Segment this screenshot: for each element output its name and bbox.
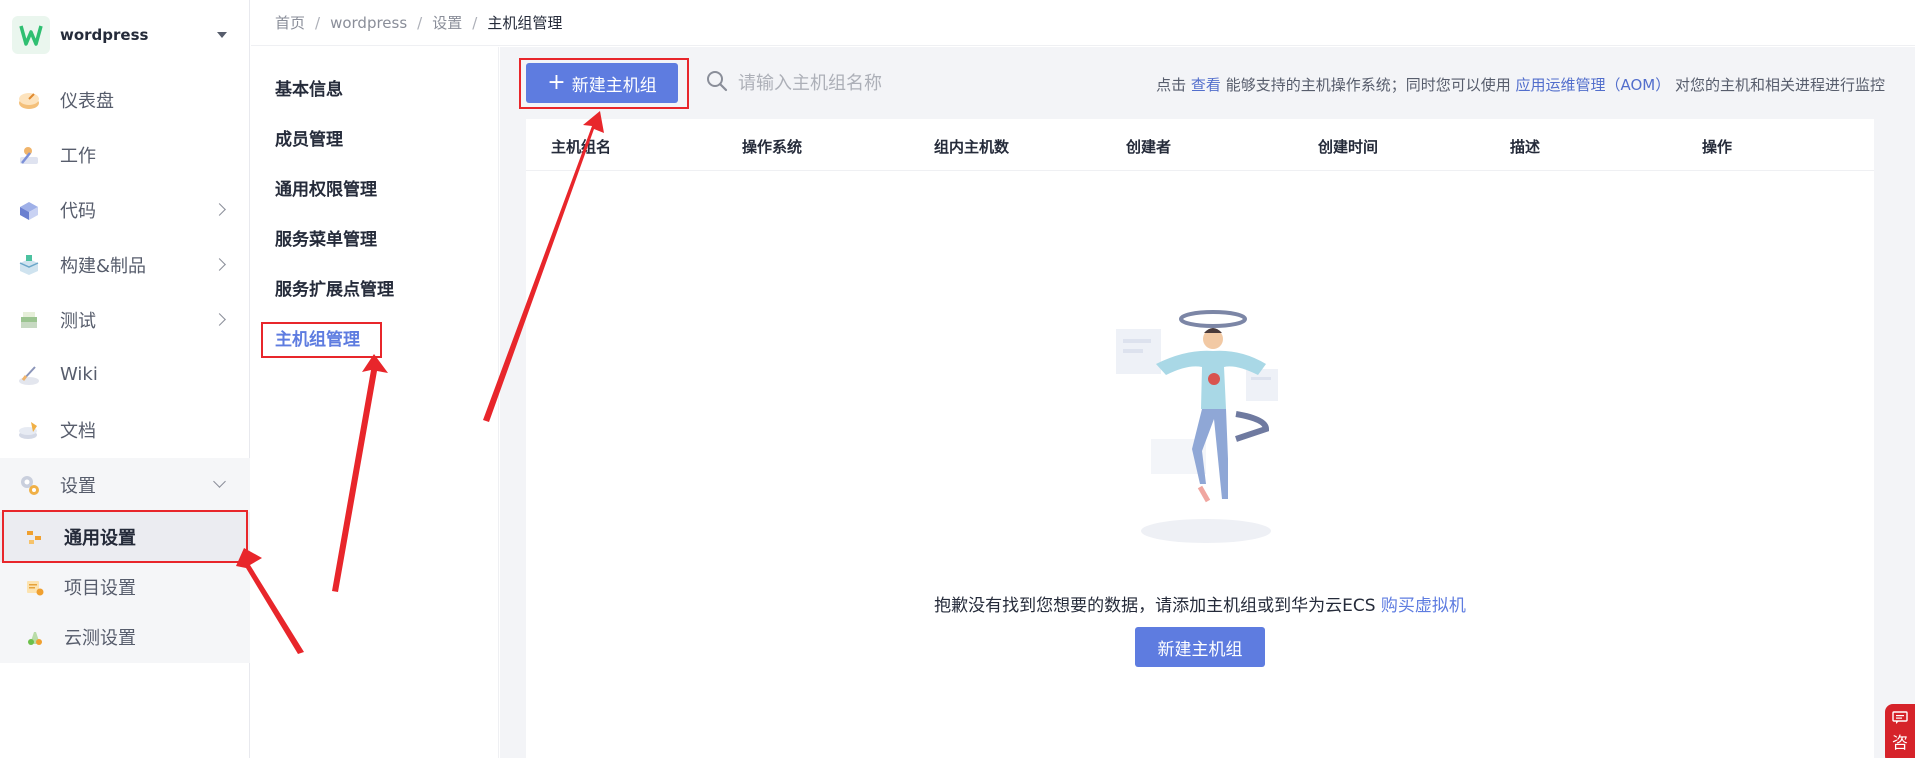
- main-content: + 新建主机组 点击 查看 能够支持的主机操作系统；同时您可以使用 应用运维管理…: [500, 47, 1915, 758]
- project-logo: [12, 16, 50, 54]
- plus-icon: +: [547, 70, 566, 95]
- chevron-right-icon: [213, 203, 226, 216]
- nav-item-wiki[interactable]: Wiki: [0, 347, 250, 402]
- nav-label: 仪表盘: [60, 90, 114, 112]
- cloudtest-settings-icon: [22, 624, 48, 650]
- search-box: [706, 65, 1006, 101]
- chevron-right-icon: [213, 313, 226, 326]
- buy-vm-link[interactable]: 购买虚拟机: [1381, 596, 1466, 616]
- column-header: 操作系统: [742, 138, 803, 156]
- nav-label: 构建&制品: [60, 255, 147, 277]
- nav-item-docs[interactable]: 文档: [0, 402, 250, 457]
- nav-item-code[interactable]: 代码: [0, 182, 250, 237]
- empty-state-message: 抱歉没有找到您想要的数据，请添加主机组或到华为云ECS 购买虚拟机: [526, 591, 1874, 616]
- nav-label: 工作: [60, 145, 96, 167]
- nav-label: 项目设置: [64, 578, 136, 599]
- empty-message-text: 抱歉没有找到您想要的数据，请添加主机组或到华为云ECS: [934, 596, 1381, 616]
- search-input[interactable]: [738, 72, 998, 94]
- submenu-members[interactable]: 成员管理: [275, 125, 343, 150]
- nav-label: 文档: [60, 420, 96, 442]
- nav-item-build[interactable]: 构建&制品: [0, 237, 250, 292]
- code-icon: [16, 197, 42, 223]
- submenu-basic-info[interactable]: 基本信息: [275, 75, 343, 100]
- column-header: 创建者: [1126, 138, 1172, 156]
- nav-label: 测试: [60, 310, 96, 332]
- hint-text-post: 对您的主机和相关进程进行监控: [1670, 76, 1885, 94]
- nav-item-dashboard[interactable]: 仪表盘: [0, 72, 250, 127]
- nav-label: Wiki: [60, 364, 98, 385]
- submenu-extension-points[interactable]: 服务扩展点管理: [275, 275, 394, 300]
- project-settings-icon: [22, 574, 48, 600]
- docs-icon: [16, 417, 42, 443]
- breadcrumb-separator: /: [472, 13, 478, 32]
- breadcrumb-project[interactable]: wordpress: [330, 14, 407, 32]
- column-header: 操作: [1702, 138, 1733, 156]
- general-settings-icon: [22, 524, 48, 550]
- work-icon: [16, 142, 42, 168]
- test-icon: [16, 307, 42, 333]
- nav-subitem-general-settings[interactable]: 通用设置: [0, 512, 250, 562]
- breadcrumb-home[interactable]: 首页: [275, 12, 305, 33]
- table-header: 主机组名 操作系统 组内主机数 创建者 创建时间 描述 操作: [526, 119, 1874, 171]
- chevron-right-icon: [213, 258, 226, 271]
- consult-float-tab[interactable]: 咨: [1885, 704, 1915, 758]
- hint-text-mid: 能够支持的主机操作系统；同时您可以使用: [1220, 76, 1516, 94]
- new-host-group-label: 新建主机组: [571, 75, 657, 96]
- dashboard-icon: [16, 87, 42, 113]
- sidebar: wordpress 仪表盘 工作 代码 构建&制品 测试 Wiki 文档 设置 …: [0, 0, 250, 758]
- empty-state-illustration: [1116, 310, 1278, 543]
- host-os-hint: 点击 查看 能够支持的主机操作系统；同时您可以使用 应用运维管理（AOM） 对您…: [1156, 74, 1885, 95]
- build-icon: [16, 252, 42, 278]
- project-name: wordpress: [60, 26, 149, 44]
- column-header: 主机组名: [551, 138, 612, 156]
- aom-link[interactable]: 应用运维管理（AOM）: [1515, 76, 1670, 94]
- column-header: 描述: [1510, 138, 1541, 156]
- wiki-icon: [16, 362, 42, 388]
- nav-subitem-cloudtest-settings[interactable]: 云测设置: [0, 612, 250, 662]
- hint-text-pre: 点击: [1156, 76, 1191, 94]
- nav-item-test[interactable]: 测试: [0, 292, 250, 347]
- breadcrumb-separator: /: [417, 13, 423, 32]
- submenu-host-groups[interactable]: 主机组管理: [275, 325, 360, 350]
- consult-label: 咨: [1891, 733, 1908, 752]
- breadcrumb-settings[interactable]: 设置: [432, 12, 462, 33]
- nav-item-work[interactable]: 工作: [0, 127, 250, 182]
- column-header: 组内主机数: [934, 138, 1010, 156]
- chevron-down-icon: [213, 475, 226, 488]
- settings-icon: [16, 472, 42, 498]
- caret-down-icon[interactable]: [217, 32, 227, 38]
- host-group-table: 主机组名 操作系统 组内主机数 创建者 创建时间 描述 操作 抱歉没有找到您想要…: [526, 119, 1874, 758]
- column-header: 创建时间: [1318, 138, 1379, 156]
- new-host-group-button[interactable]: + 新建主机组: [526, 63, 678, 103]
- settings-submenu: 基本信息 成员管理 通用权限管理 服务菜单管理 服务扩展点管理 主机组管理: [251, 47, 499, 758]
- breadcrumb: 首页 / wordpress / 设置 / 主机组管理: [251, 0, 1915, 46]
- breadcrumb-current: 主机组管理: [487, 14, 563, 32]
- submenu-permissions[interactable]: 通用权限管理: [275, 175, 377, 200]
- empty-new-host-group-button[interactable]: 新建主机组: [1135, 627, 1265, 667]
- nav-subitem-project-settings[interactable]: 项目设置: [0, 562, 250, 612]
- nav-label: 代码: [60, 200, 96, 222]
- nav-label: 云测设置: [64, 628, 136, 649]
- view-os-link[interactable]: 查看: [1191, 76, 1221, 94]
- search-icon: [706, 70, 728, 96]
- nav-label: 通用设置: [64, 528, 136, 549]
- nav-item-settings[interactable]: 设置: [0, 457, 250, 512]
- chat-icon: [1892, 710, 1908, 729]
- nav-label: 设置: [60, 475, 96, 497]
- breadcrumb-separator: /: [315, 13, 321, 32]
- submenu-service-menu[interactable]: 服务菜单管理: [275, 225, 377, 250]
- project-switcher[interactable]: wordpress: [0, 0, 249, 70]
